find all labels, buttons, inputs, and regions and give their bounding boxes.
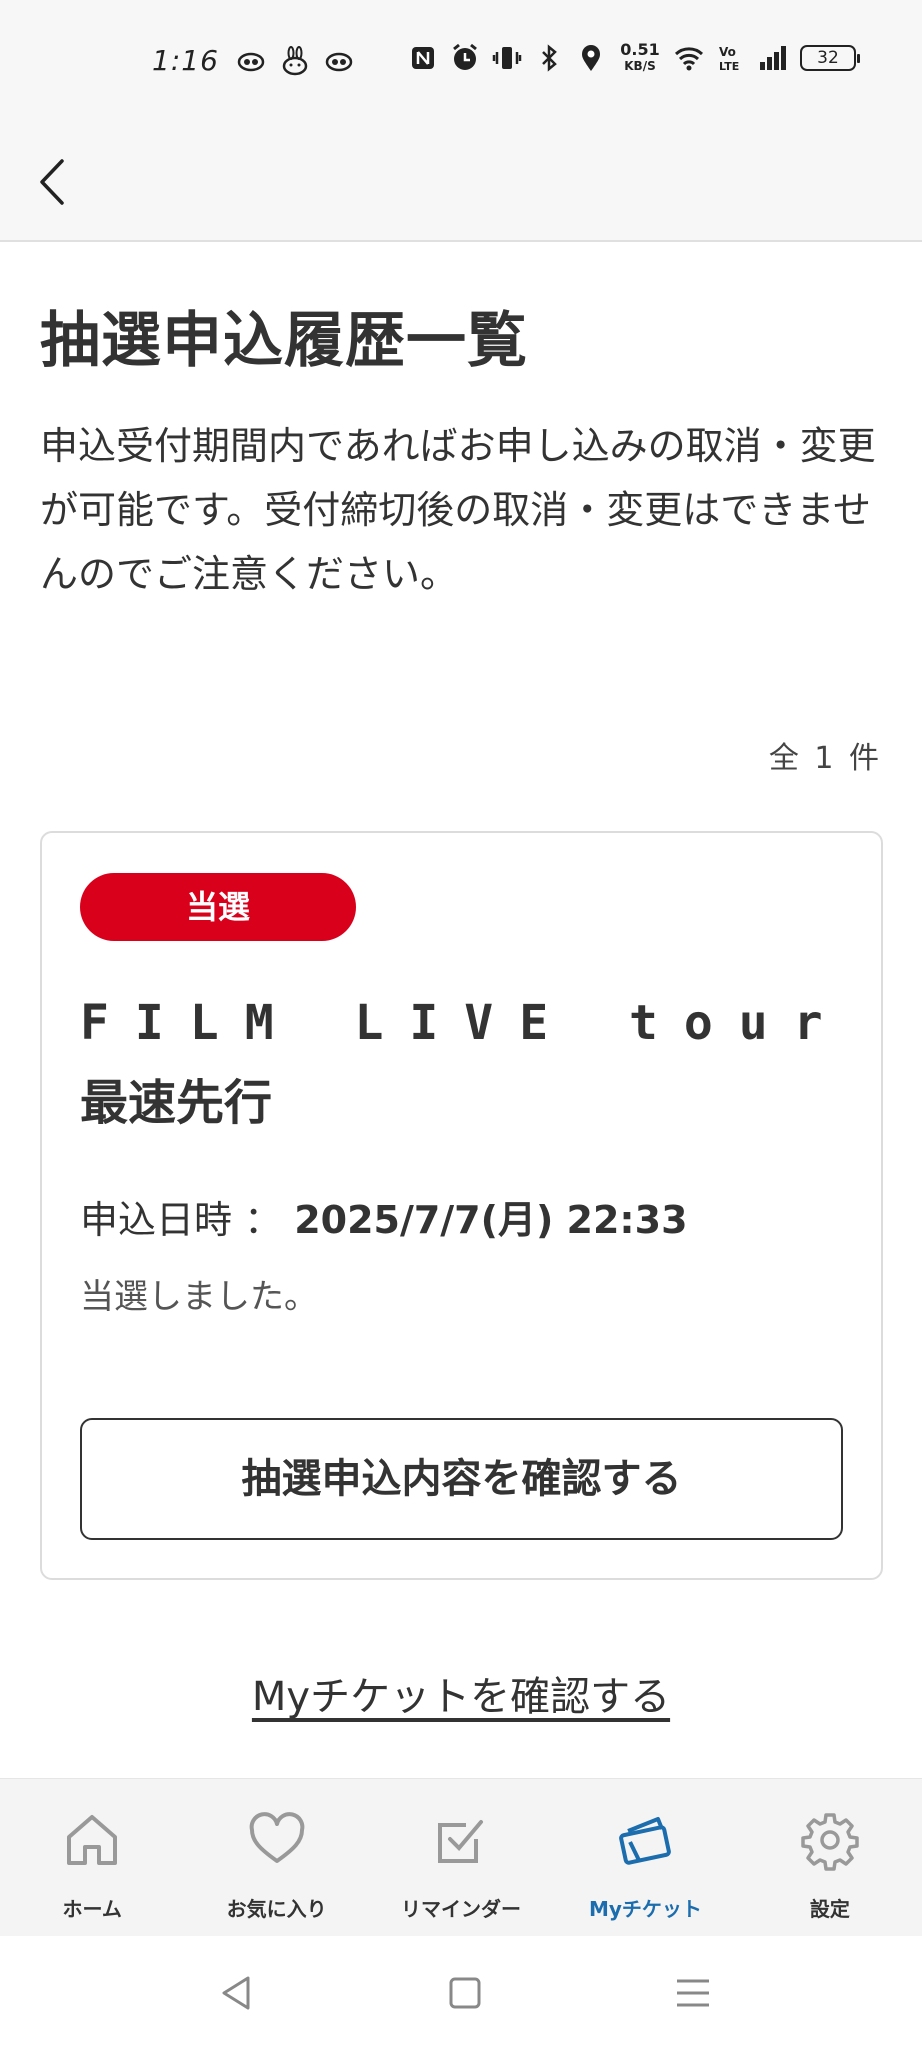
event-title-jp: 最速先行 — [80, 1075, 273, 1131]
ticket-icon — [619, 1817, 672, 1865]
nav-label: 設定 — [809, 1897, 850, 1921]
status-message: 当選しました。 — [80, 1277, 318, 1317]
nav-item-settings[interactable]: 設定 — [738, 1779, 922, 1936]
nav-item-reminder[interactable]: リマインダー — [369, 1779, 553, 1936]
event-title-latin: FILM LIVE tour — [80, 995, 849, 1051]
status-time: 1:16 — [152, 44, 219, 77]
alarm-icon — [453, 43, 477, 70]
page-title: 抽選申込履歴一覧 — [40, 306, 528, 376]
bottom-nav: ホーム お気に入り リマインダー Myチケット 設定 — [0, 1778, 922, 1936]
home-square-icon[interactable] — [442, 1970, 488, 2016]
app-header — [0, 120, 922, 242]
nfc-icon — [412, 47, 434, 69]
heart-icon — [249, 1812, 304, 1863]
vibrate-icon — [492, 47, 522, 69]
nav-label: Myチケット — [588, 1897, 702, 1921]
confirm-entry-button[interactable]: 抽選申込内容を確認する — [80, 1418, 843, 1540]
event-title: FILM LIVE tour 最速先行 — [80, 983, 860, 1143]
gear-icon — [801, 1813, 859, 1871]
checkbox-icon — [438, 1820, 484, 1863]
nav-label: お気に入り — [226, 1897, 327, 1921]
bluetooth-icon — [542, 44, 557, 72]
back-triangle-icon[interactable] — [214, 1970, 260, 2016]
volte-icon: VoLTE — [719, 45, 739, 73]
wifi-icon — [674, 47, 704, 71]
system-nav-bar — [0, 1936, 922, 2048]
result-count: 全 1 件 — [768, 741, 882, 776]
svg-text:Vo: Vo — [719, 45, 736, 59]
notification-app-icon — [325, 52, 353, 72]
page-description: 申込受付期間内であればお申し込みの取消・変更が可能です。受付締切後の取消・変更は… — [40, 424, 876, 596]
location-icon — [582, 45, 600, 71]
my-ticket-link[interactable]: Myチケットを確認する — [252, 1674, 670, 1720]
rabbit-app-icon — [282, 46, 308, 76]
apply-date-label: 申込日時 ： — [80, 1198, 283, 1242]
notification-app-icon — [237, 52, 265, 72]
battery-indicator: 32 — [800, 45, 860, 71]
my-ticket-link-row: Myチケットを確認する — [0, 1664, 922, 1722]
status-badge: 当選 — [80, 873, 356, 941]
nav-item-home[interactable]: ホーム — [0, 1779, 184, 1936]
network-speed: 0.51 KB/S — [620, 40, 660, 74]
home-icon — [67, 1815, 118, 1865]
apply-date-value: 2025/7/7(月) 22:33 — [294, 1198, 688, 1242]
menu-icon[interactable] — [670, 1970, 716, 2016]
apply-date: 申込日時 ： 2025/7/7(月) 22:33 — [80, 1189, 688, 1244]
signal-icon — [760, 46, 786, 70]
nav-label: ホーム — [62, 1897, 122, 1921]
chevron-left-icon[interactable] — [32, 146, 92, 216]
nav-item-my-ticket[interactable]: Myチケット — [553, 1779, 737, 1936]
lottery-entry-card: 当選 FILM LIVE tour 最速先行 申込日時 ： 2025/7/7(月… — [40, 831, 883, 1580]
nav-item-favorites[interactable]: お気に入り — [184, 1779, 368, 1936]
nav-label: リマインダー — [401, 1897, 522, 1921]
status-bar: 1:16 0.51 KB/S Vo LTE 32 — [0, 0, 922, 120]
svg-text:LTE: LTE — [719, 60, 739, 73]
